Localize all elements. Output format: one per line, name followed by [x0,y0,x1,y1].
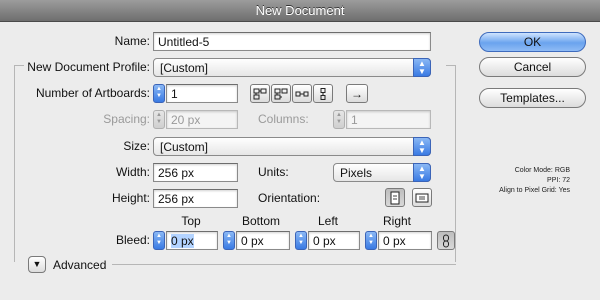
bleed-top-field[interactable]: 0 px [166,231,218,250]
spacing-label: Spacing: [103,112,150,126]
bleed-bottom-stepper[interactable]: ▲ ▼ [223,231,235,250]
height-field[interactable]: 256 px [153,189,238,208]
width-field[interactable]: 256 px [153,163,238,182]
bleed-right-field[interactable]: 0 px [378,231,432,250]
name-label: Name: [114,34,150,48]
advanced-divider [112,264,456,265]
bleed-left-heading: Left [317,214,338,228]
grid-by-row-icon[interactable] [250,84,270,103]
profile-label: New Document Profile: [27,60,150,74]
grid-by-column-icon[interactable] [271,84,291,103]
spacing-stepper: ▲ ▼ [153,110,165,129]
orientation-label: Orientation: [258,191,321,205]
bleed-top-heading: Top [181,214,201,228]
artboards-label: Number of Artboards: [35,86,150,100]
updown-arrows-icon: ▲ ▼ [413,163,431,182]
spacing-field: 20 px [166,110,238,129]
bleed-bottom-heading: Bottom [241,214,280,228]
bleed-top-stepper[interactable]: ▲ ▼ [153,231,165,250]
new-document-dialog: Name: Untitled-5 New Document Profile: [… [0,22,600,300]
advanced-disclosure-icon[interactable]: ▼ [28,256,46,273]
align-grid-text: Align to Pixel Grid: Yes [499,187,570,194]
columns-label: Columns: [258,112,309,126]
profile-group-border [14,65,15,262]
advanced-label[interactable]: Advanced [53,256,113,274]
window-title: New Document [255,3,345,18]
size-value: [Custom] [160,140,209,154]
cancel-button[interactable]: Cancel [479,57,586,77]
bleed-right-heading: Right [382,214,411,228]
width-label: Width: [115,165,150,179]
templates-button[interactable]: Templates... [479,88,586,108]
window-titlebar: New Document [0,0,600,22]
bleed-left-field[interactable]: 0 px [308,231,360,250]
profile-value: [Custom] [160,61,209,75]
portrait-orientation-icon[interactable] [385,188,405,207]
link-bleed-icon[interactable] [437,231,455,250]
columns-field: 1 [346,110,431,129]
bleed-top-value: 0 px [171,234,194,248]
bleed-label: Bleed: [115,233,150,247]
bleed-right-stepper[interactable]: ▲ ▼ [365,231,377,250]
landscape-orientation-icon[interactable] [412,188,432,207]
ppi-text: PPI: 72 [547,177,570,184]
bleed-left-stepper[interactable]: ▲ ▼ [295,231,307,250]
profile-select[interactable]: [Custom] ▲ ▼ [153,58,431,77]
artboards-stepper[interactable]: ▲ ▼ [153,84,165,103]
arrange-by-column-icon[interactable] [313,84,333,103]
updown-arrows-icon: ▲ ▼ [413,58,431,77]
name-field[interactable]: Untitled-5 [153,32,431,51]
columns-stepper: ▲ ▼ [333,110,345,129]
layout-direction-button[interactable]: → [346,84,368,103]
arrow-right-icon: → [351,86,363,101]
size-label: Size: [123,139,150,153]
document-info: Color Mode: RGB PPI: 72 Align to Pixel G… [499,166,570,196]
units-label: Units: [258,165,289,179]
height-label: Height: [111,191,150,205]
updown-arrows-icon: ▲ ▼ [413,137,431,156]
units-value: Pixels [340,166,373,180]
bleed-bottom-field[interactable]: 0 px [236,231,290,250]
ok-button[interactable]: OK [479,32,586,52]
arrange-by-row-icon[interactable] [292,84,312,103]
artboards-field[interactable]: 1 [166,84,238,103]
units-select[interactable]: Pixels ▲ ▼ [333,163,431,182]
size-select[interactable]: [Custom] ▲ ▼ [153,137,431,156]
profile-group-border [455,65,456,262]
color-mode-text: Color Mode: RGB [514,167,570,174]
